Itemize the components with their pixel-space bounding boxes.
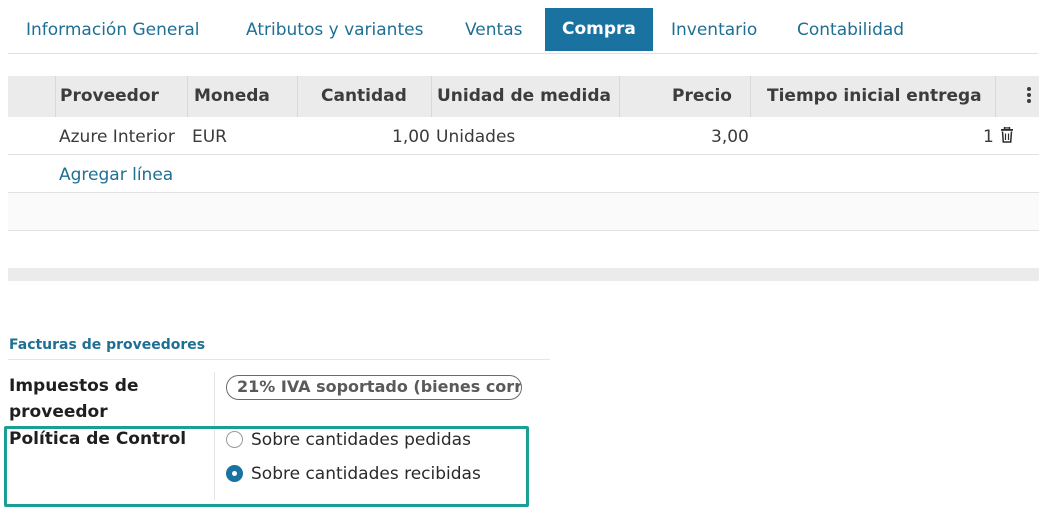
column-separator [187,76,188,117]
tab-attributes-variants[interactable]: Atributos y variantes [246,8,423,51]
cell-currency[interactable]: EUR [192,117,227,157]
kebab-menu-icon[interactable] [1026,87,1032,105]
table-header: Proveedor Moneda Cantidad Unidad de medi… [8,76,1039,117]
column-separator [55,76,56,117]
table-footer [8,268,1039,281]
column-header-quantity[interactable]: Cantidad [321,76,407,117]
tab-accounting[interactable]: Contabilidad [797,8,904,51]
column-separator [297,76,298,117]
section-title-vendor-bills: Facturas de proveedores [9,337,206,353]
notebook-tabs: Información General Atributos y variante… [8,8,1038,54]
column-header-price[interactable]: Precio [672,76,732,117]
column-header-currency[interactable]: Moneda [194,76,270,117]
tab-inventory[interactable]: Inventario [671,8,757,51]
tab-purchase[interactable]: Compra [545,8,653,51]
column-separator [995,76,996,117]
product-form-purchase-tab: Información General Atributos y variante… [0,0,1048,515]
column-header-vendor[interactable]: Proveedor [60,76,159,117]
column-separator [431,76,432,117]
trash-icon[interactable] [1000,127,1014,143]
table-row[interactable]: Azure Interior EUR 1,00 Unidades 3,00 1 [8,117,1039,155]
column-separator [750,76,751,117]
column-header-lead-time[interactable]: Tiempo inicial entrega [767,76,982,117]
column-header-uom[interactable]: Unidad de medida [437,76,611,117]
vendor-tax-tag[interactable]: 21% IVA soportado (bienes corri... [226,375,522,400]
cell-uom[interactable]: Unidades [436,117,515,157]
cell-quantity[interactable]: 1,00 [392,117,430,157]
cell-vendor[interactable]: Azure Interior [59,117,175,157]
add-line-link[interactable]: Agregar línea [59,155,173,195]
cell-price[interactable]: 3,00 [711,117,749,157]
add-line-row: Agregar línea [8,155,1039,193]
cell-lead-time[interactable]: 1 [983,117,994,157]
tab-sales[interactable]: Ventas [465,8,522,51]
vendor-taxes-label: Impuestos de proveedor [9,376,139,422]
empty-row [8,193,1039,231]
section-divider [8,359,550,360]
column-separator [619,76,620,117]
highlight-box [4,426,529,507]
tab-general-information[interactable]: Información General [26,8,200,51]
vendor-pricelist-table: Proveedor Moneda Cantidad Unidad de medi… [8,76,1039,231]
